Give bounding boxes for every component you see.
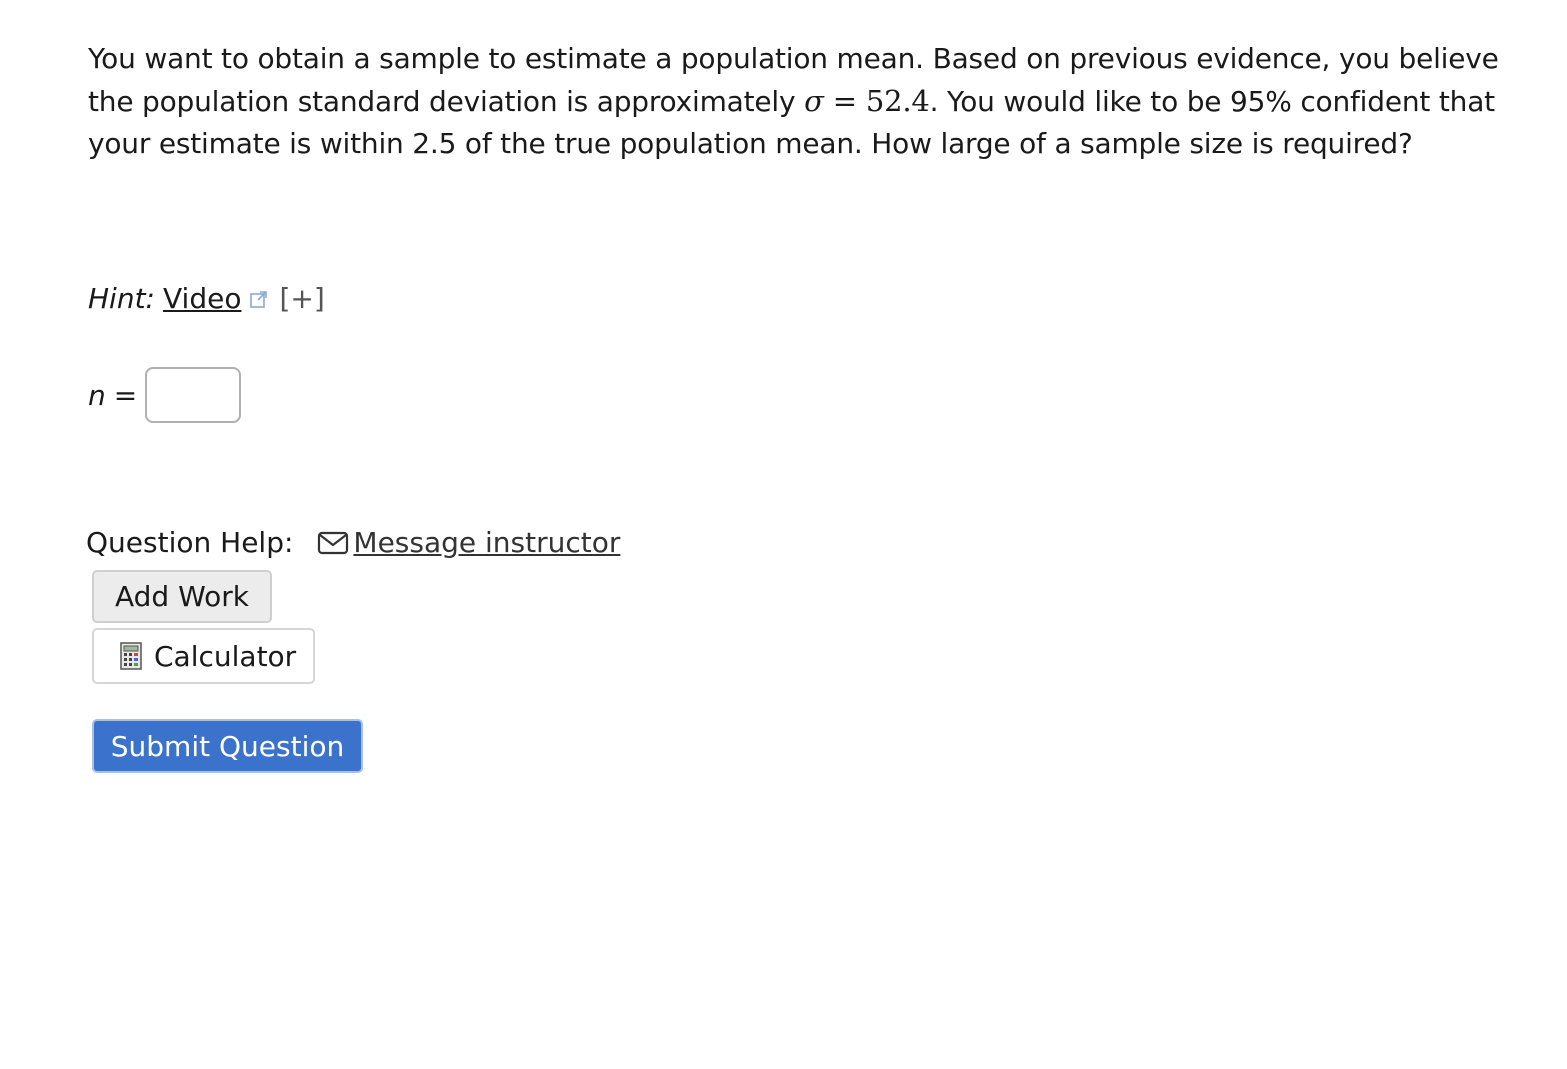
question-help-row: Question Help: Message instructor xyxy=(86,526,620,559)
sigma-symbol: σ xyxy=(804,84,824,118)
calculator-button[interactable]: Calculator xyxy=(92,628,315,684)
question-help-label: Question Help: xyxy=(86,526,294,559)
question-text: You want to obtain a sample to estimate … xyxy=(88,38,1508,165)
answer-input[interactable] xyxy=(145,367,242,423)
submit-question-label: Submit Question xyxy=(110,729,345,763)
message-instructor-label: Message instructor xyxy=(353,526,621,559)
external-link-icon xyxy=(249,289,269,309)
hint-label: Hint: xyxy=(88,282,155,315)
calculator-label: Calculator xyxy=(154,639,297,673)
answer-variable: n xyxy=(88,378,106,412)
submit-question-button[interactable]: Submit Question xyxy=(92,719,363,773)
hint-video-link[interactable]: Video xyxy=(163,278,241,320)
answer-equals: = xyxy=(113,378,138,412)
add-work-label: Add Work xyxy=(114,580,249,613)
add-work-button[interactable]: Add Work xyxy=(92,570,272,623)
calculator-icon xyxy=(120,642,142,670)
sigma-equals: = xyxy=(823,84,866,118)
sigma-value: 52.4 xyxy=(865,84,930,118)
answer-row: n = xyxy=(88,367,242,423)
message-instructor-link[interactable]: Message instructor xyxy=(317,526,620,559)
mail-icon xyxy=(318,531,349,554)
hint-expand-toggle[interactable]: [+] xyxy=(279,278,324,320)
sigma-expression: σ = 52.4 xyxy=(804,84,930,118)
hint-row: Hint: Video [+] xyxy=(88,278,325,320)
